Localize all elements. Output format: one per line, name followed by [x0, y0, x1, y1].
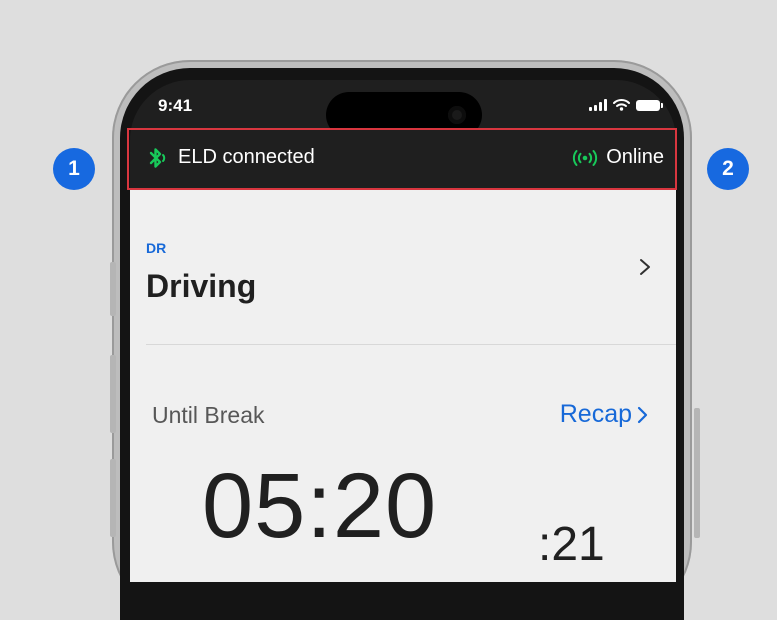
- callout-marker-1: 1: [53, 148, 95, 190]
- recap-chevron-icon: [637, 406, 648, 423]
- recap-label: Recap: [559, 400, 632, 428]
- duty-status-label: Driving: [146, 268, 257, 304]
- connection-highlight-box: [127, 128, 677, 190]
- main-content: DR Driving Until Break Recap 05:20 :21: [130, 190, 676, 582]
- camera-icon: [448, 106, 466, 124]
- status-icons: [589, 97, 663, 111]
- duty-status-row[interactable]: DR Driving: [130, 190, 676, 344]
- callout-marker-2: 2: [707, 148, 749, 190]
- battery-icon: [636, 100, 663, 111]
- break-timer-label: Until Break: [152, 402, 265, 428]
- duty-status-code: DR: [146, 240, 167, 256]
- recap-link[interactable]: Recap: [560, 400, 650, 429]
- volume-up-button: [110, 262, 116, 316]
- break-timer-value: 05:20: [202, 455, 438, 557]
- divider: [146, 344, 676, 345]
- side-button: [110, 459, 116, 537]
- power-button: [694, 408, 700, 538]
- cellular-signal-icon: [589, 99, 607, 111]
- break-timer-seconds: :21: [538, 518, 605, 571]
- chevron-right-icon: [640, 259, 650, 275]
- status-time: 9:41: [158, 96, 193, 115]
- volume-down-button: [110, 355, 116, 433]
- wifi-icon: [613, 99, 630, 111]
- status-bar: 9:41: [130, 80, 676, 138]
